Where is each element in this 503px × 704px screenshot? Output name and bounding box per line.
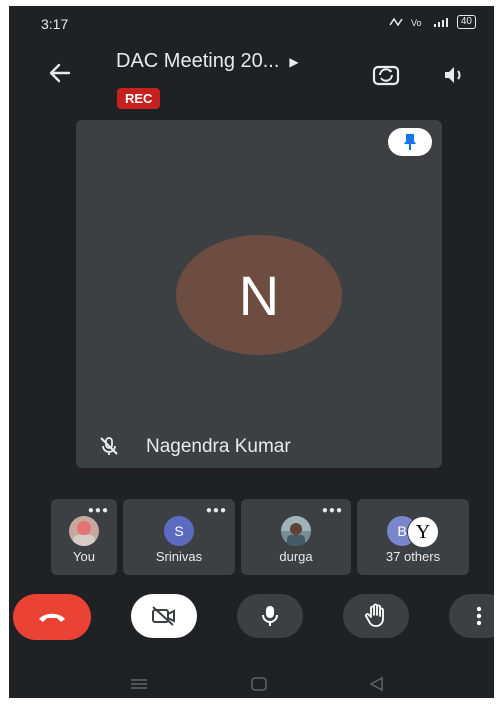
meet-screen: 3:17 Vo 40 DAC Meeting 20... ▶ REC N Nag…	[9, 6, 494, 698]
participant-avatar: N	[176, 235, 342, 355]
data-icon	[389, 17, 403, 27]
camera-toggle-button[interactable]	[131, 594, 197, 638]
top-bar: DAC Meeting 20... ▶ REC	[9, 44, 494, 114]
microphone-button[interactable]	[237, 594, 303, 638]
participant-tile-you[interactable]: ●●● You	[51, 499, 117, 575]
meeting-title-button[interactable]: DAC Meeting 20... ▶	[116, 50, 299, 73]
caret-right-icon: ▶	[289, 54, 299, 69]
camera-off-icon	[152, 606, 175, 626]
more-icon[interactable]: ●●●	[88, 506, 109, 516]
battery-indicator: 40	[456, 15, 476, 29]
avatar	[281, 516, 311, 546]
recording-badge: REC	[117, 88, 161, 109]
status-time: 3:17	[41, 16, 69, 32]
main-participant-tile[interactable]: N Nagendra Kumar	[76, 120, 442, 468]
end-call-icon	[39, 613, 65, 622]
system-nav-bar	[9, 672, 494, 698]
more-icon[interactable]: ●●●	[206, 506, 227, 516]
status-bar: 3:17 Vo 40	[9, 6, 494, 36]
avatar-secondary: Y	[407, 516, 439, 548]
raise-hand-button[interactable]	[343, 594, 409, 638]
speaker-icon[interactable]	[441, 62, 467, 88]
participant-tile-srinivas[interactable]: ●●● S Srinivas	[123, 499, 235, 575]
end-call-button[interactable]	[13, 594, 91, 640]
avatar: S	[164, 516, 194, 546]
status-icons: Vo 40	[389, 15, 476, 29]
participant-tile-durga[interactable]: ●●● durga	[241, 499, 351, 575]
more-icon[interactable]: ●●●	[322, 506, 343, 516]
mic-off-icon	[100, 437, 118, 455]
signal-icon	[433, 17, 448, 27]
raise-hand-icon	[365, 603, 384, 627]
participant-name: Nagendra Kumar	[146, 436, 291, 457]
recents-icon[interactable]	[129, 676, 149, 692]
participant-tile-others[interactable]: B Y 37 others	[357, 499, 469, 575]
back-arrow-icon[interactable]	[47, 60, 73, 86]
participant-label: durga	[279, 549, 313, 564]
participant-label: Srinivas	[155, 549, 203, 564]
back-nav-icon[interactable]	[367, 676, 387, 692]
participant-strip: ●●● You ●●● S Srinivas ●●● durga B Y 37 …	[51, 499, 471, 575]
profile-photo-icon	[73, 521, 95, 546]
volte-icon: Vo	[411, 18, 422, 27]
participant-label: 37 others	[385, 549, 441, 564]
microphone-icon	[262, 606, 278, 626]
meeting-title: DAC Meeting 20...	[116, 50, 280, 72]
more-options-icon	[476, 606, 482, 626]
pin-icon	[404, 134, 416, 150]
participant-label: You	[73, 549, 95, 564]
call-controls	[9, 594, 494, 648]
home-icon[interactable]	[249, 676, 269, 692]
more-options-button[interactable]	[449, 594, 494, 638]
pin-button[interactable]	[388, 128, 432, 156]
svg-text:Vo: Vo	[411, 18, 422, 27]
avatar	[69, 516, 99, 546]
profile-photo-icon	[281, 516, 311, 546]
switch-camera-icon[interactable]	[371, 61, 401, 89]
